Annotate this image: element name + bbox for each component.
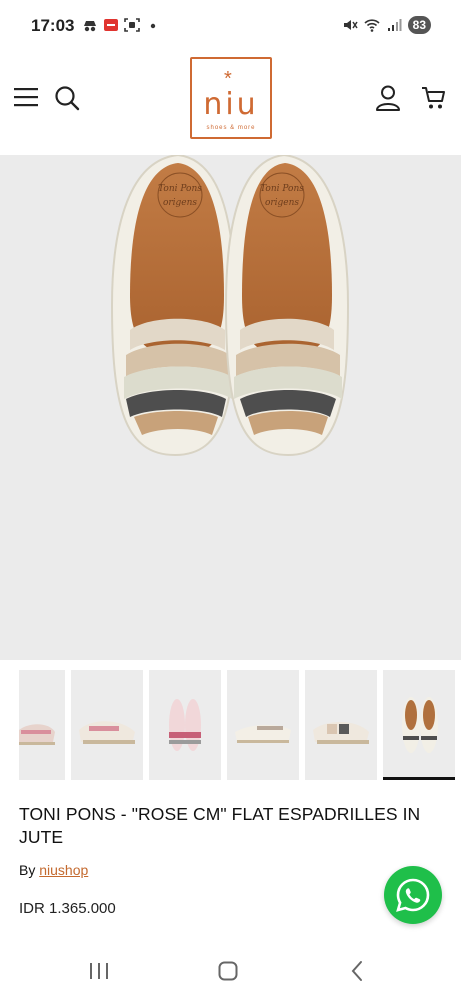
logo-text: niu <box>203 87 259 122</box>
system-nav-bar <box>0 945 461 1000</box>
notification-icon <box>104 19 118 31</box>
status-bar: 17:03 83 <box>0 0 461 52</box>
menu-icon[interactable] <box>14 86 40 108</box>
right-shoe: Toni Pons origens <box>224 155 350 457</box>
wifi-icon <box>364 19 380 32</box>
battery-icon: 83 <box>407 16 431 34</box>
site-logo[interactable]: * niu shoes & more <box>190 57 272 139</box>
dot-icon <box>150 23 156 29</box>
thumbnail-6[interactable] <box>383 670 455 780</box>
status-icons-right: 83 <box>342 16 431 34</box>
vendor-line: By niushop <box>19 862 88 878</box>
status-icons-left <box>82 17 161 33</box>
screenshot-icon <box>124 18 140 32</box>
account-icon[interactable] <box>374 84 402 112</box>
left-insole-brand: Toni Pons <box>158 184 202 194</box>
recents-icon[interactable] <box>88 962 110 980</box>
mute-icon <box>343 20 358 30</box>
thumbnail-4[interactable] <box>227 670 299 780</box>
back-icon[interactable] <box>350 960 364 982</box>
logo-subtext: shoes & more <box>206 125 256 131</box>
signal-icon <box>387 19 402 31</box>
vendor-prefix: By <box>19 862 40 878</box>
thumbnail-3-image <box>169 699 201 751</box>
espadrilles-illustration: Toni Pons origens Toni Pons origens <box>110 155 350 457</box>
search-icon[interactable] <box>54 85 80 111</box>
thumbnail-3[interactable] <box>149 670 221 780</box>
thumbnail-2-image <box>79 721 135 744</box>
whatsapp-button[interactable] <box>384 866 442 924</box>
incognito-icon <box>84 21 96 32</box>
thumbnail-5[interactable] <box>305 670 377 780</box>
site-header: * niu shoes & more <box>0 52 461 154</box>
product-price: IDR 1.365.000 <box>19 900 116 917</box>
thumbnail-4-image <box>235 724 291 743</box>
left-shoe: Toni Pons origens <box>110 155 237 457</box>
home-icon[interactable] <box>218 961 238 981</box>
product-main-image[interactable]: Toni Pons origens Toni Pons origens <box>0 155 461 660</box>
thumbnail-1-image <box>19 724 55 745</box>
status-time: 17:03 <box>31 16 75 35</box>
thumbnail-2[interactable] <box>71 670 143 780</box>
logo-star-icon: * <box>224 68 232 90</box>
thumbnail-6-image <box>402 697 438 753</box>
product-title: TONI PONS - "ROSE CM" FLAT ESPADRILLES I… <box>19 804 421 847</box>
whatsapp-icon <box>396 878 430 912</box>
left-insole-sub: origens <box>163 198 197 208</box>
right-insole-sub: origens <box>265 198 299 208</box>
right-insole-brand: Toni Pons <box>260 184 304 194</box>
thumbnail-strip <box>19 670 461 780</box>
vendor-link[interactable]: niushop <box>39 862 88 878</box>
thumbnail-5-image <box>313 722 369 744</box>
thumbnail-1[interactable] <box>19 670 65 780</box>
cart-icon[interactable] <box>421 85 447 111</box>
